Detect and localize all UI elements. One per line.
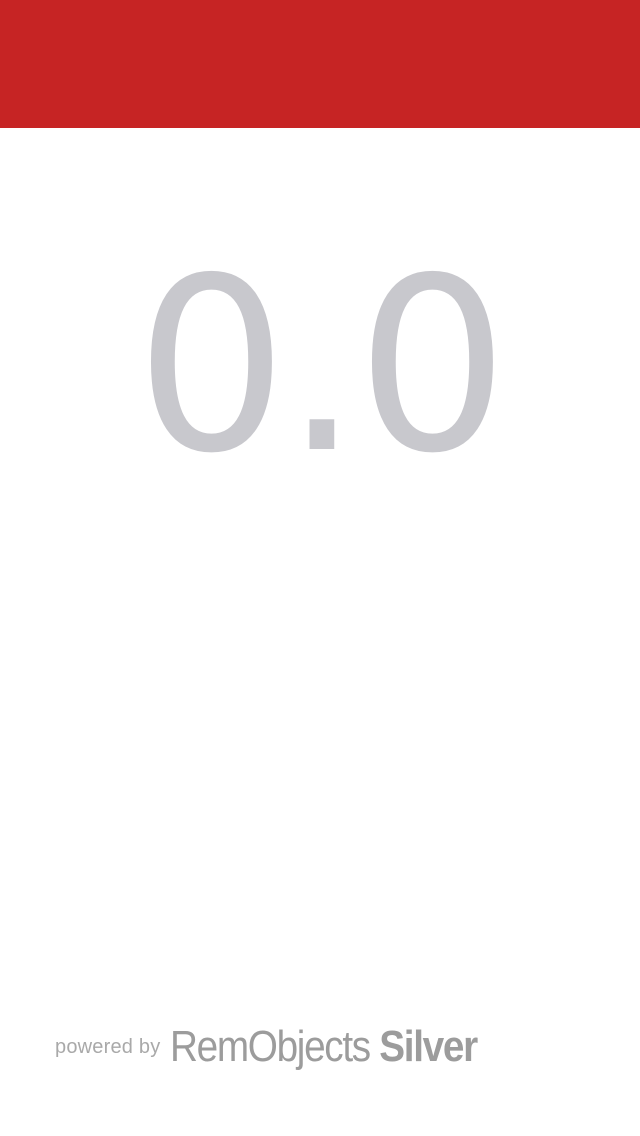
powered-by-label: powered by <box>55 1035 161 1058</box>
app-screen: 0.0 powered by RemObjects Silver <box>0 0 640 1136</box>
brand-logo: RemObjects Silver <box>170 1022 479 1072</box>
value-display: 0.0 <box>135 226 509 506</box>
top-bar <box>0 0 640 128</box>
brand-name: RemObjects <box>170 1022 371 1071</box>
powered-by-footer: powered by RemObjects Silver <box>55 1012 519 1082</box>
brand-product: Silver <box>379 1022 479 1071</box>
